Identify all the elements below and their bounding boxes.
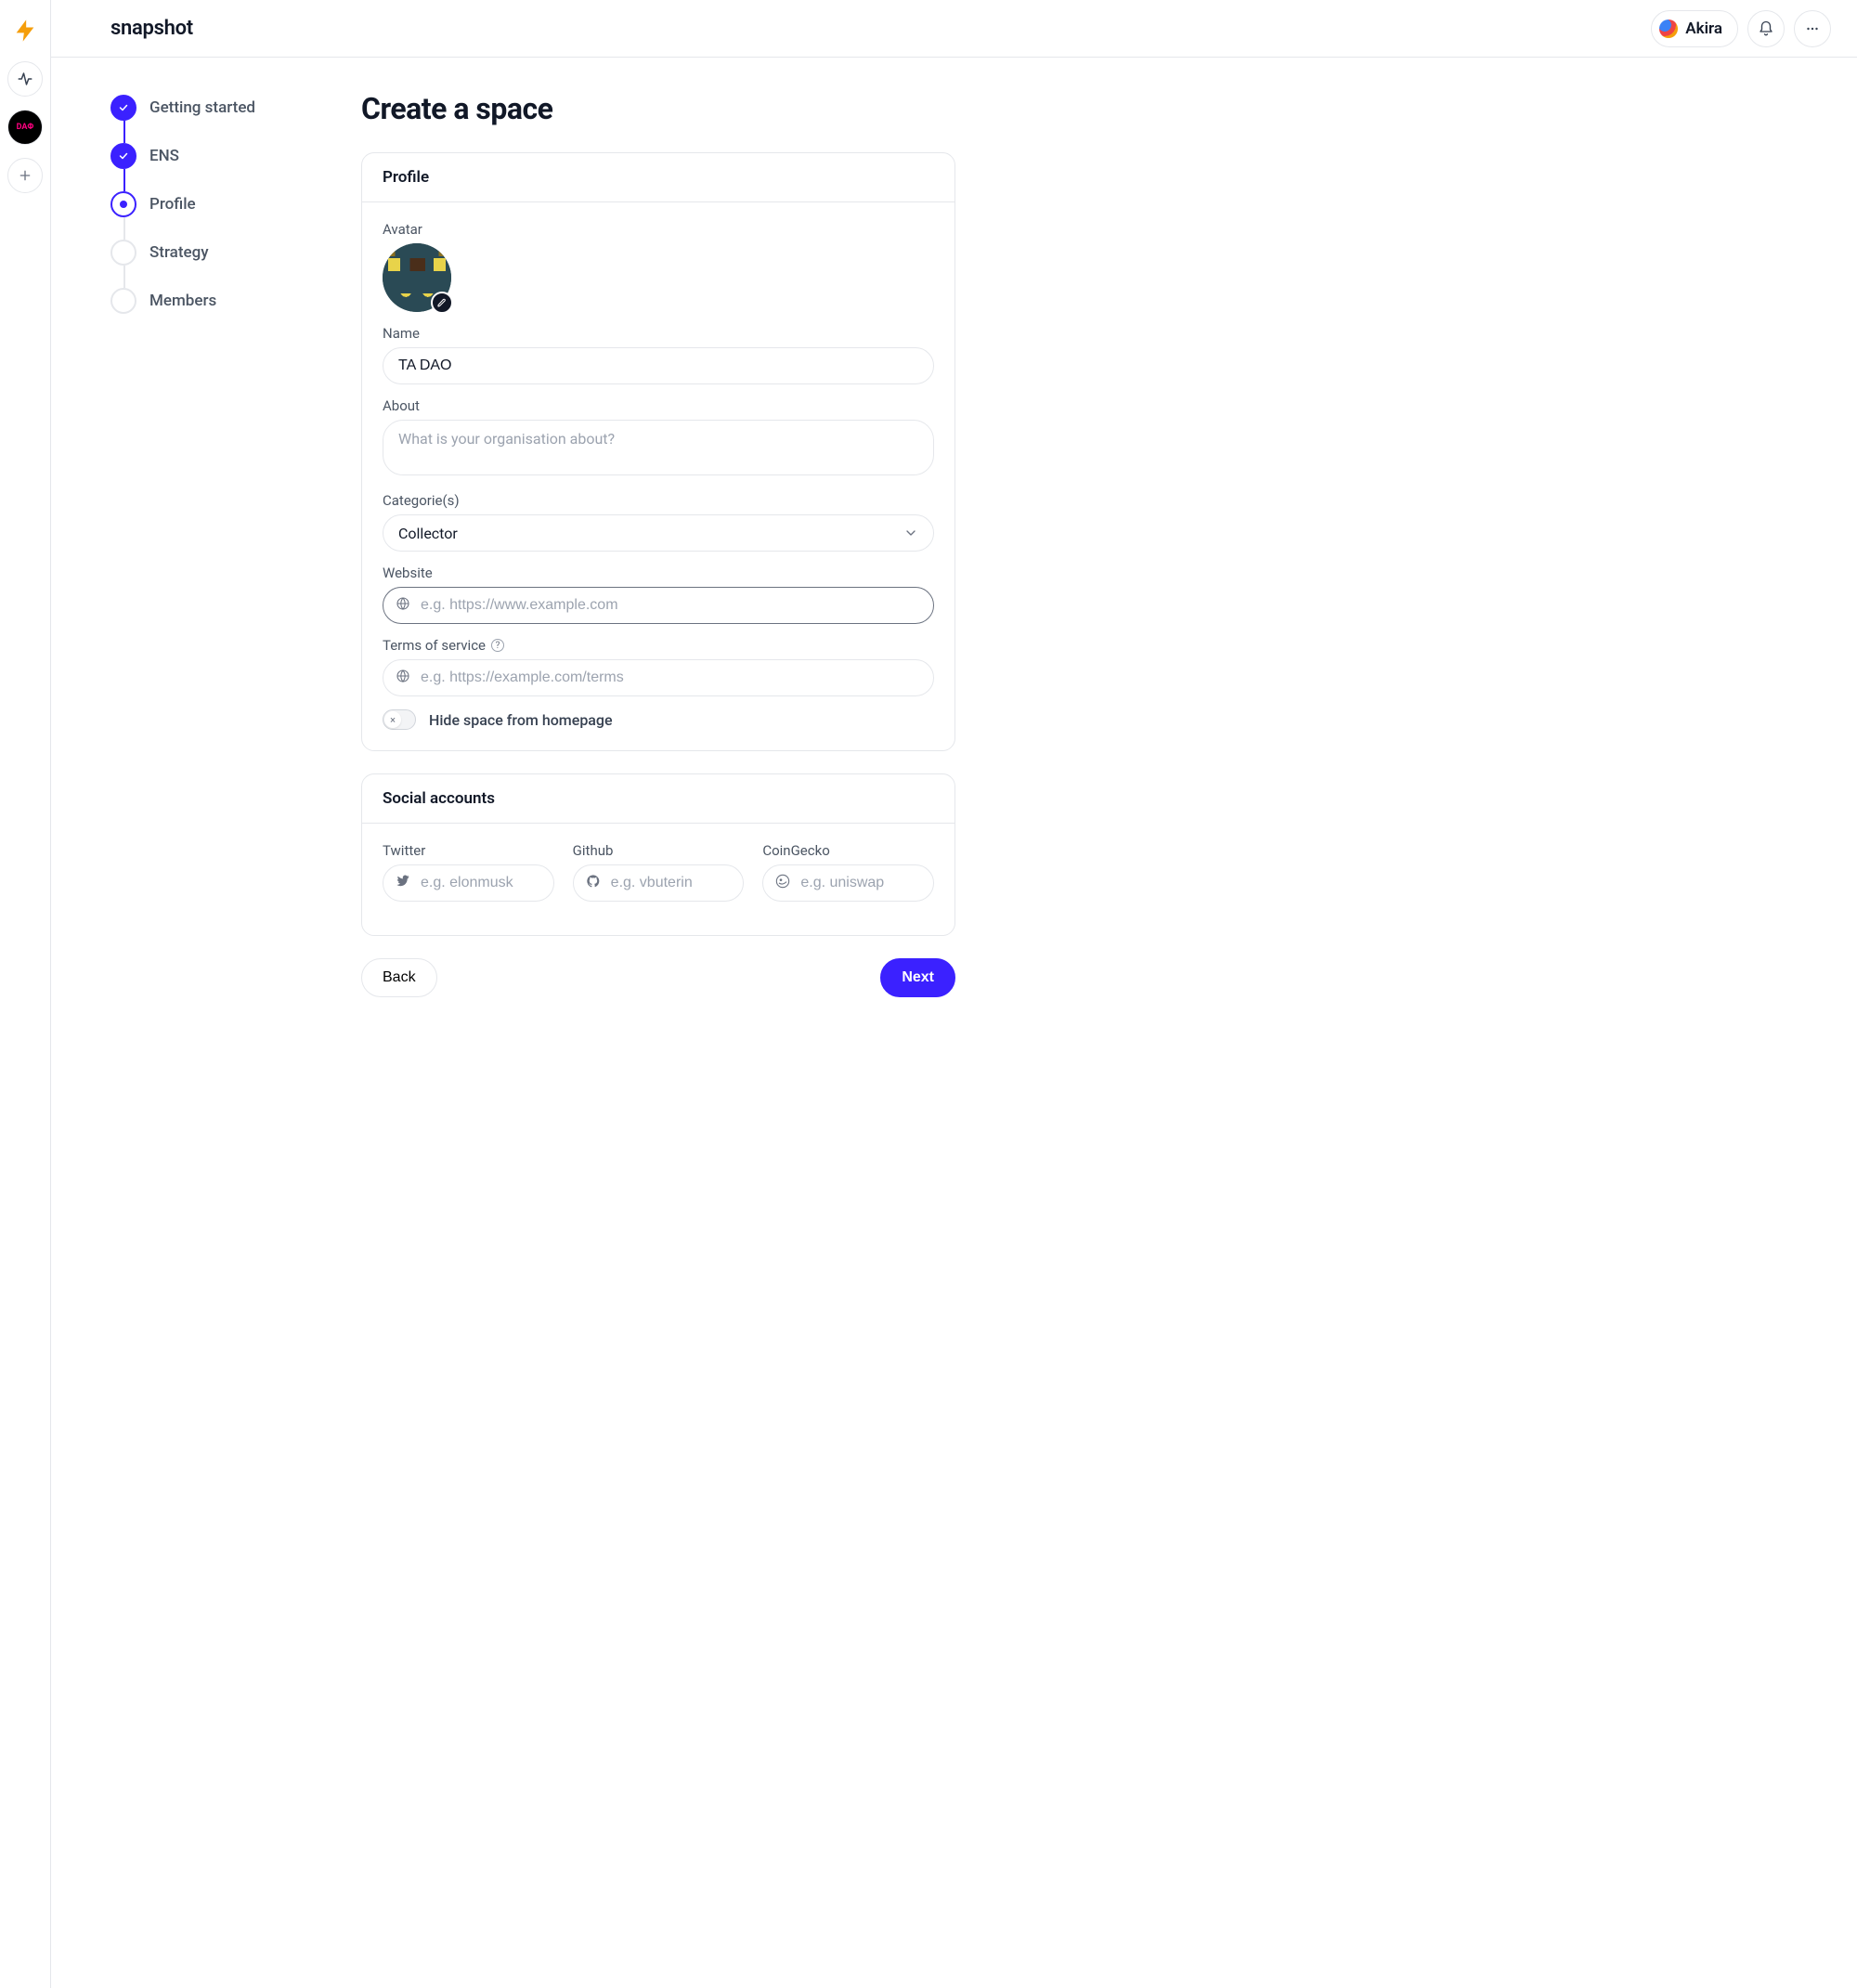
- website-label: Website: [383, 565, 934, 581]
- user-name: Akira: [1685, 19, 1722, 38]
- name-label: Name: [383, 325, 934, 342]
- avatar-uploader[interactable]: [383, 243, 451, 312]
- back-button[interactable]: Back: [361, 958, 437, 997]
- pencil-icon: [436, 297, 448, 308]
- rail-add-space[interactable]: [7, 158, 43, 193]
- next-button[interactable]: Next: [880, 958, 955, 997]
- step-label: Getting started: [149, 98, 255, 117]
- step-getting-started[interactable]: Getting started: [110, 95, 305, 121]
- help-icon[interactable]: ?: [491, 639, 504, 652]
- social-card: Social accounts Twitter: [361, 773, 955, 936]
- step-label: ENS: [149, 147, 179, 165]
- notifications-button[interactable]: [1747, 10, 1785, 47]
- terms-label-text: Terms of service: [383, 637, 486, 654]
- categories-label: Categorie(s): [383, 492, 934, 509]
- github-label: Github: [573, 842, 745, 859]
- activity-icon: [17, 71, 33, 87]
- bell-icon: [1758, 20, 1774, 37]
- rail-dao-label: DAΦ: [17, 123, 34, 132]
- ellipsis-icon: [1804, 20, 1821, 37]
- side-rail: DAΦ: [0, 0, 51, 1988]
- step-label: Members: [149, 292, 216, 310]
- rail-activity[interactable]: [7, 61, 43, 97]
- terms-label: Terms of service ?: [383, 637, 934, 654]
- profile-card: Profile Avatar Name: [361, 152, 955, 751]
- plus-icon: [18, 168, 32, 183]
- step-ens[interactable]: ENS: [110, 143, 305, 169]
- more-button[interactable]: [1794, 10, 1831, 47]
- check-icon: [118, 150, 129, 162]
- chevron-down-icon: [903, 526, 918, 540]
- globe-icon: [396, 669, 410, 687]
- twitter-label: Twitter: [383, 842, 554, 859]
- categories-value: Collector: [398, 525, 458, 542]
- page-title: Create a space: [361, 91, 955, 126]
- setup-stepper: Getting started ENS Profile: [110, 91, 305, 997]
- app-logo[interactable]: [7, 13, 43, 48]
- about-input[interactable]: [383, 420, 934, 475]
- step-strategy[interactable]: Strategy: [110, 240, 305, 266]
- brand-name: snapshot: [110, 17, 193, 40]
- hide-space-label: Hide space from homepage: [429, 711, 613, 729]
- step-profile[interactable]: Profile: [110, 191, 305, 217]
- avatar-edit-button[interactable]: [431, 292, 453, 314]
- rail-dao-space[interactable]: DAΦ: [7, 110, 43, 145]
- coingecko-label: CoinGecko: [762, 842, 934, 859]
- globe-icon: [396, 596, 410, 615]
- social-card-title: Social accounts: [362, 774, 954, 824]
- user-menu[interactable]: Akira: [1651, 10, 1738, 47]
- coingecko-icon: [775, 874, 790, 892]
- topbar: snapshot Akira: [51, 0, 1857, 58]
- about-label: About: [383, 397, 934, 414]
- step-members[interactable]: Members: [110, 288, 305, 314]
- name-input[interactable]: [383, 347, 934, 384]
- check-icon: [118, 102, 129, 113]
- avatar-label: Avatar: [383, 221, 934, 238]
- step-label: Profile: [149, 195, 196, 214]
- terms-input[interactable]: [383, 659, 934, 696]
- twitter-icon: [396, 874, 410, 892]
- hide-space-toggle[interactable]: [383, 709, 416, 730]
- website-input[interactable]: [383, 587, 934, 624]
- step-label: Strategy: [149, 243, 209, 262]
- lightning-icon: [12, 18, 38, 44]
- user-avatar-icon: [1659, 19, 1678, 38]
- categories-select[interactable]: Collector: [383, 514, 934, 552]
- github-icon: [586, 874, 601, 892]
- profile-card-title: Profile: [362, 153, 954, 202]
